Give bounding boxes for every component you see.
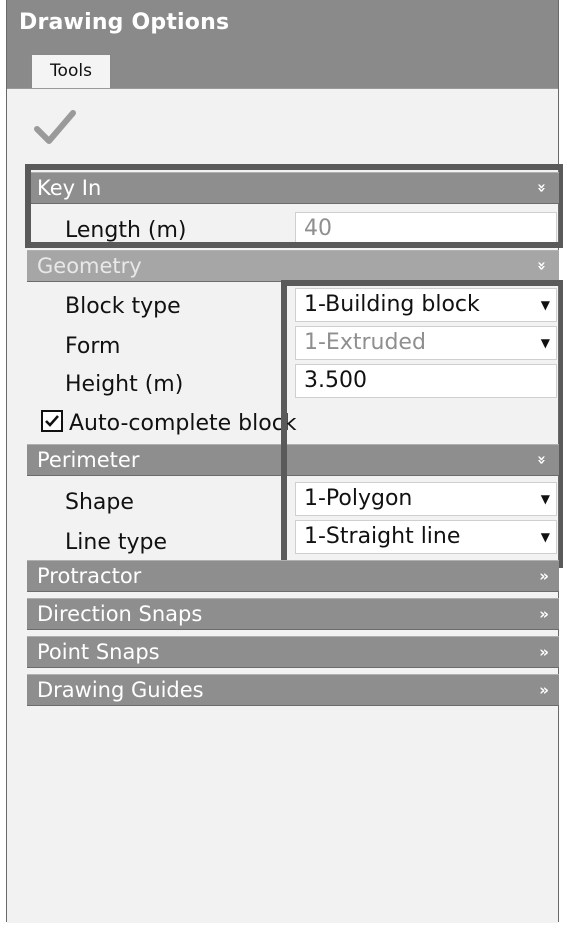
line-type-select[interactable]: 1-Straight line ▼ <box>295 520 557 554</box>
form-label: Form <box>65 334 121 359</box>
collapse-chevron-icon[interactable]: » <box>527 455 557 465</box>
dropdown-arrow-icon[interactable]: ▼ <box>541 521 550 553</box>
block-type-label: Block type <box>65 294 181 319</box>
length-input[interactable]: 40 <box>295 212 557 246</box>
section-geometry[interactable]: Geometry » <box>27 250 559 282</box>
section-direction-snaps-label: Direction Snaps <box>37 602 203 626</box>
dropdown-arrow-icon[interactable]: ▼ <box>541 483 550 515</box>
height-label: Height (m) <box>65 372 184 397</box>
auto-complete-label: Auto-complete block <box>69 411 297 436</box>
length-label: Length (m) <box>65 218 187 243</box>
window-title: Drawing Options <box>19 10 230 35</box>
line-type-value: 1-Straight line <box>304 524 461 549</box>
expand-chevron-icon[interactable]: » <box>539 561 549 591</box>
auto-complete-checkbox-row[interactable]: Auto-complete block <box>41 410 297 436</box>
section-drawing-guides-label: Drawing Guides <box>37 678 204 702</box>
checkbox-check-icon <box>45 415 59 427</box>
section-perimeter-label: Perimeter <box>37 448 140 472</box>
block-type-select[interactable]: 1-Building block ▼ <box>295 288 557 322</box>
tab-tools[interactable]: Tools <box>31 54 111 88</box>
shape-label: Shape <box>65 490 134 515</box>
section-geometry-label: Geometry <box>37 254 142 278</box>
form-value: 1-Extruded <box>304 330 426 355</box>
dropdown-arrow-icon[interactable]: ▼ <box>541 289 550 321</box>
collapse-chevron-icon[interactable]: » <box>527 183 557 193</box>
checkmark-icon[interactable] <box>33 107 77 147</box>
section-direction-snaps[interactable]: Direction Snaps » <box>27 598 559 630</box>
section-key-in-label: Key In <box>37 176 102 200</box>
section-protractor[interactable]: Protractor » <box>27 560 559 592</box>
section-drawing-guides[interactable]: Drawing Guides » <box>27 674 559 706</box>
title-bar: Drawing Options Tools <box>7 0 558 88</box>
dropdown-arrow-icon[interactable]: ▼ <box>541 327 550 359</box>
height-input[interactable]: 3.500 <box>295 364 557 398</box>
line-type-label: Line type <box>65 530 167 555</box>
collapse-chevron-icon[interactable]: » <box>527 261 557 271</box>
auto-complete-checkbox[interactable] <box>41 410 63 432</box>
expand-chevron-icon[interactable]: » <box>539 675 549 705</box>
section-point-snaps-label: Point Snaps <box>37 640 160 664</box>
expand-chevron-icon[interactable]: » <box>539 599 549 629</box>
section-point-snaps[interactable]: Point Snaps » <box>27 636 559 668</box>
shape-value: 1-Polygon <box>304 486 413 511</box>
expand-chevron-icon[interactable]: » <box>539 637 549 667</box>
form-select[interactable]: 1-Extruded ▼ <box>295 326 557 360</box>
section-key-in[interactable]: Key In » <box>27 172 559 204</box>
block-type-value: 1-Building block <box>304 292 480 317</box>
section-perimeter[interactable]: Perimeter » <box>27 444 559 476</box>
drawing-options-window: Drawing Options Tools Key In » Length (m… <box>6 0 563 923</box>
shape-select[interactable]: 1-Polygon ▼ <box>295 482 557 516</box>
section-protractor-label: Protractor <box>37 564 142 588</box>
